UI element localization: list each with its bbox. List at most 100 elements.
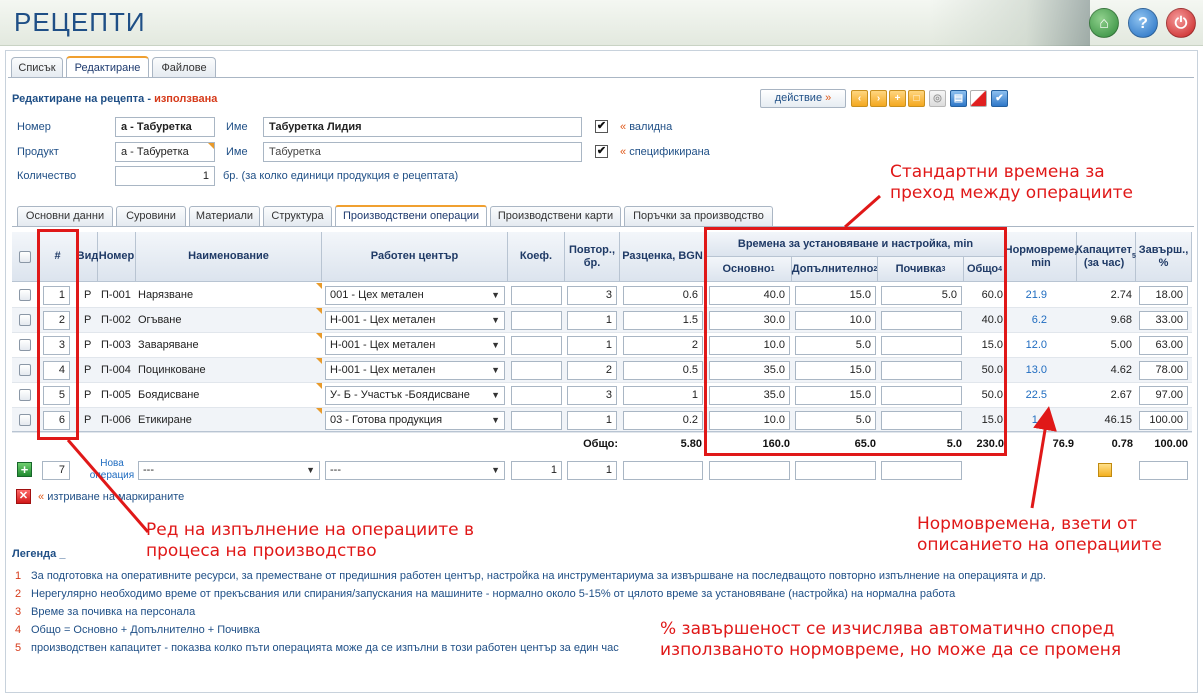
header-repeat[interactable]: Повтор., бр. [565, 232, 620, 282]
row-repeat-input[interactable]: 1 [567, 411, 617, 430]
row-coef-input[interactable] [511, 286, 562, 305]
row-repeat-input[interactable]: 1 [567, 336, 617, 355]
row-workcenter-select[interactable]: 001 - Цех метален ▼ [325, 286, 505, 305]
add-icon[interactable]: + [889, 90, 906, 107]
disabled-icon[interactable]: ◎ [929, 90, 946, 107]
power-icon[interactable]: ⏻ [1166, 8, 1196, 38]
row-norm-link[interactable]: 21.9 [1010, 289, 1047, 301]
header-capacity[interactable]: Капацитет (за час) 5 [1076, 232, 1136, 282]
row-completion-input[interactable]: 33.00 [1139, 311, 1188, 330]
new-additional-input[interactable] [795, 461, 876, 480]
row-cost-input[interactable]: 0.5 [623, 361, 703, 380]
name-field[interactable]: Табуретка Лидия [263, 117, 582, 137]
prev-icon[interactable]: ‹ [851, 90, 868, 107]
row-cost-input[interactable]: 1 [623, 386, 703, 405]
delete-marked-link[interactable]: « изтриване на маркираните [38, 491, 184, 503]
name2-field[interactable]: Табуретка [263, 142, 582, 162]
number-field[interactable]: а - Табуретка [115, 117, 215, 137]
row-coef-input[interactable] [511, 411, 562, 430]
next-icon[interactable]: › [870, 90, 887, 107]
specified-checkbox[interactable]: ✔ [595, 145, 608, 158]
row-repeat-input[interactable]: 2 [567, 361, 617, 380]
row-coef-input[interactable] [511, 311, 562, 330]
row-workcenter-select[interactable]: Н-001 - Цех метален ▼ [325, 311, 505, 330]
row-coef-input[interactable] [511, 386, 562, 405]
new-repeat-input[interactable]: 1 [567, 461, 617, 480]
row-checkbox[interactable] [19, 289, 31, 301]
row-repeat-input[interactable]: 3 [567, 286, 617, 305]
product-field[interactable]: а - Табуретка [115, 142, 215, 162]
new-name-select[interactable]: --- ▼ [138, 461, 320, 480]
tab-files[interactable]: Файлове [152, 57, 216, 78]
row-cost-input[interactable]: 0.2 [623, 411, 703, 430]
header-workcenter[interactable]: Работен център [322, 232, 508, 282]
delete-icon[interactable]: ✕ [16, 489, 31, 504]
subtab-production-cards[interactable]: Производствени карти [490, 206, 621, 226]
row-checkbox[interactable] [19, 389, 31, 401]
tab-list[interactable]: Списък [11, 57, 63, 78]
subtab-operations[interactable]: Производствени операции [335, 205, 487, 226]
subtab-raw-materials[interactable]: Суровини [116, 206, 186, 226]
row-repeat-input[interactable]: 1 [567, 311, 617, 330]
row-checkbox[interactable] [19, 339, 31, 351]
header-code[interactable]: Номер [98, 232, 136, 282]
calculator-icon[interactable] [1098, 463, 1112, 477]
header-type[interactable]: Вид [77, 232, 98, 282]
row-cost-input[interactable]: 0.6 [623, 286, 703, 305]
row-completion-input[interactable]: 63.00 [1139, 336, 1188, 355]
row-workcenter-select[interactable]: Н-001 - Цех метален ▼ [325, 361, 505, 380]
header-name[interactable]: Наименование [136, 232, 322, 282]
row-completion-input[interactable]: 97.00 [1139, 386, 1188, 405]
pdf-icon[interactable] [970, 90, 987, 107]
row-cost-input[interactable]: 1.5 [623, 311, 703, 330]
copy-icon[interactable]: □ [908, 90, 925, 107]
header-coef[interactable]: Коеф. [508, 232, 565, 282]
valid-checkbox[interactable]: ✔ [595, 120, 608, 133]
specified-link[interactable]: « спецификирана [620, 146, 710, 158]
row-coef-input[interactable] [511, 361, 562, 380]
header-cost[interactable]: Разценка, BGN [620, 232, 706, 282]
row-cost-input[interactable]: 2 [623, 336, 703, 355]
row-norm-link[interactable]: 22.5 [1010, 389, 1047, 401]
confirm-icon[interactable]: ✔ [991, 90, 1008, 107]
header-completion[interactable]: Завърш., % [1136, 232, 1192, 282]
row-norm-link[interactable]: 13.0 [1010, 364, 1047, 376]
row-repeat-input[interactable]: 3 [567, 386, 617, 405]
home-icon[interactable]: ⌂ [1089, 8, 1119, 38]
subtab-materials[interactable]: Материали [189, 206, 260, 226]
add-row-icon[interactable]: + [17, 462, 32, 477]
valid-link[interactable]: « валидна [620, 121, 672, 133]
new-row-num[interactable]: 7 [42, 461, 70, 480]
subtab-basic-data[interactable]: Основни данни [17, 206, 113, 226]
action-button[interactable]: действие » [760, 89, 846, 108]
new-rest-input[interactable] [881, 461, 962, 480]
help-icon[interactable]: ? [1128, 8, 1158, 38]
subtab-structure[interactable]: Структура [263, 206, 332, 226]
select-all-checkbox[interactable] [18, 250, 31, 263]
subtab-production-orders[interactable]: Поръчки за производство [624, 206, 773, 226]
row-workcenter-select[interactable]: У- Б - Участък -Боядисване ▼ [325, 386, 505, 405]
print-icon[interactable]: ▤ [950, 90, 967, 107]
row-checkbox[interactable] [19, 314, 31, 326]
row-checkbox[interactable] [19, 414, 31, 426]
row-norm-link[interactable]: 6.2 [1010, 314, 1047, 326]
row-norm-link[interactable]: 12.0 [1010, 339, 1047, 351]
new-operation-link[interactable]: Нова операция [88, 458, 136, 482]
header-select-all[interactable] [12, 232, 38, 282]
new-cost-input[interactable] [623, 461, 703, 480]
row-completion-input[interactable]: 100.00 [1139, 411, 1188, 430]
tab-edit[interactable]: Редактиране [66, 56, 149, 78]
row-norm-link[interactable]: 1.3 [1010, 414, 1047, 426]
row-completion-input[interactable]: 18.00 [1139, 286, 1188, 305]
row-completion-input[interactable]: 78.00 [1139, 361, 1188, 380]
quantity-field[interactable]: 1 [115, 166, 215, 186]
header-norm[interactable]: Нормовреме, min [1005, 232, 1077, 282]
new-workcenter-select[interactable]: --- ▼ [325, 461, 505, 480]
new-completion-input[interactable] [1139, 461, 1188, 480]
row-checkbox[interactable] [19, 364, 31, 376]
row-workcenter-select[interactable]: Н-001 - Цех метален ▼ [325, 336, 505, 355]
new-basic-input[interactable] [709, 461, 790, 480]
row-coef-input[interactable] [511, 336, 562, 355]
row-workcenter-select[interactable]: 03 - Готова продукция ▼ [325, 411, 505, 430]
new-coef-input[interactable]: 1 [511, 461, 562, 480]
